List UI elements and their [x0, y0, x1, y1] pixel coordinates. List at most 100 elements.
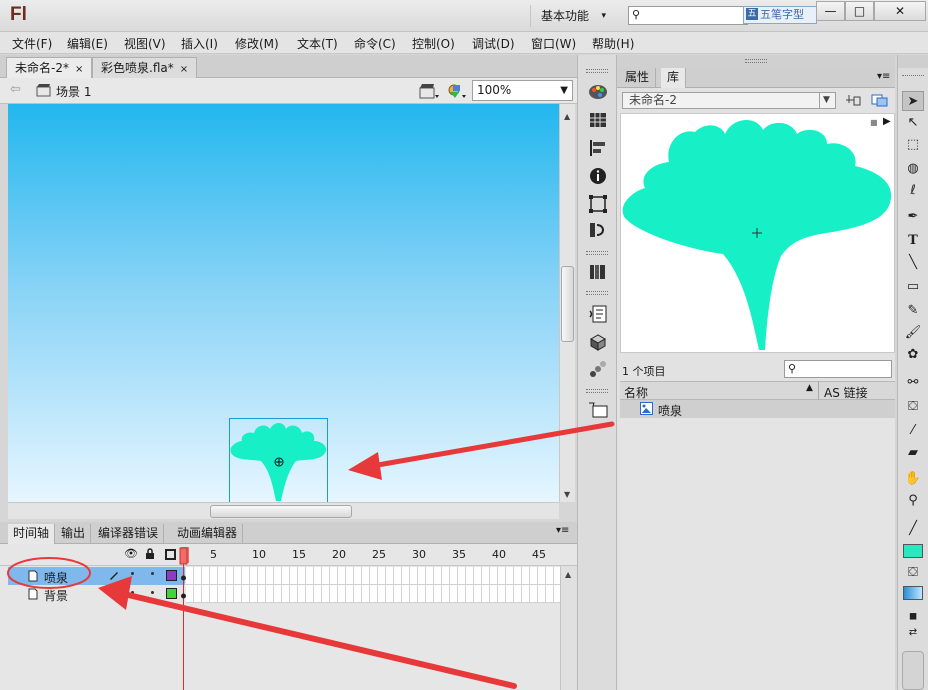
- tab-library[interactable]: 库: [661, 68, 687, 88]
- menu-window[interactable]: 窗口(W): [531, 35, 576, 52]
- fill-color-swatch[interactable]: [903, 586, 923, 600]
- bone-tool-icon[interactable]: ⚯: [902, 373, 924, 393]
- stage-vertical-scrollbar[interactable]: ▲ ▼: [559, 104, 575, 502]
- tab-compiler-errors[interactable]: 编译器错误: [93, 524, 165, 544]
- menu-commands[interactable]: 命令(C): [354, 35, 396, 52]
- panel-menu-icon[interactable]: ▾≡: [877, 71, 890, 82]
- free-transform-tool-icon[interactable]: ⬚: [902, 135, 924, 155]
- back-arrow-icon[interactable]: ⇦: [10, 82, 21, 97]
- zoom-tool-icon[interactable]: ⚲: [902, 491, 924, 511]
- dock-grip[interactable]: [586, 291, 608, 295]
- menu-control[interactable]: 控制(O): [412, 35, 455, 52]
- rectangle-tool-icon[interactable]: ▭: [902, 277, 924, 297]
- menu-modify[interactable]: 修改(M): [235, 35, 279, 52]
- column-as-linkage[interactable]: AS 链接: [824, 384, 868, 401]
- eyedropper-tool-icon[interactable]: ⁄: [902, 421, 924, 441]
- lock-icon[interactable]: [145, 548, 155, 560]
- minimize-button[interactable]: —: [816, 1, 845, 21]
- scene-breadcrumb[interactable]: 场景 1: [56, 83, 91, 100]
- stroke-color-icon[interactable]: ╱: [902, 519, 924, 539]
- ime-status[interactable]: 五 五笔字型: [743, 6, 817, 24]
- pencil-tool-icon[interactable]: ✎: [902, 301, 924, 321]
- motion-presets-icon[interactable]: [587, 359, 609, 381]
- color-panel-icon[interactable]: [587, 81, 609, 103]
- line-tool-icon[interactable]: ╲: [902, 253, 924, 273]
- layer-name[interactable]: 背景: [44, 587, 68, 604]
- dock-grip[interactable]: [586, 389, 608, 393]
- dock-grip[interactable]: [586, 251, 608, 255]
- eraser-tool-icon[interactable]: ▰: [902, 443, 924, 463]
- swap-colors-icon[interactable]: ⇄: [902, 623, 924, 643]
- menu-text[interactable]: 文本(T): [297, 35, 338, 52]
- library-document-select[interactable]: 未命名-2 ▼: [622, 92, 836, 109]
- column-name[interactable]: 名称: [624, 384, 648, 401]
- components-icon[interactable]: [587, 261, 609, 283]
- deco-tool-icon[interactable]: ✿: [902, 345, 924, 365]
- outline-icon[interactable]: [165, 549, 176, 560]
- layer-color-swatch[interactable]: [166, 570, 177, 581]
- scroll-up-icon[interactable]: ▲: [564, 112, 570, 121]
- layer-background[interactable]: 背景: [8, 585, 185, 603]
- close-icon[interactable]: ×: [180, 64, 188, 75]
- stage-canvas[interactable]: [8, 104, 559, 502]
- visibility-dot[interactable]: [131, 591, 134, 594]
- layer-frames-background[interactable]: [186, 585, 560, 603]
- edit-symbols-icon[interactable]: [445, 82, 467, 100]
- play-icon[interactable]: ▶: [883, 116, 891, 127]
- lasso-tool-icon[interactable]: ℓ: [902, 181, 924, 201]
- scroll-up-icon[interactable]: ▲: [565, 570, 571, 579]
- dock-grip[interactable]: [586, 69, 608, 73]
- menu-help[interactable]: 帮助(H): [592, 35, 634, 52]
- library-item[interactable]: 喷泉: [620, 400, 895, 418]
- scroll-thumb[interactable]: [210, 505, 352, 518]
- eye-icon[interactable]: 👁: [124, 547, 138, 560]
- stroke-color-swatch[interactable]: [903, 544, 923, 558]
- scroll-thumb[interactable]: [561, 266, 574, 342]
- panel-menu-icon[interactable]: ▾≡: [556, 525, 569, 536]
- subselection-tool-icon[interactable]: ↖: [902, 113, 924, 133]
- new-library-panel-icon[interactable]: [871, 93, 889, 107]
- sort-up-icon[interactable]: ▲: [806, 383, 813, 393]
- tab-timeline[interactable]: 时间轴: [8, 524, 56, 544]
- menu-debug[interactable]: 调试(D): [472, 35, 515, 52]
- history-icon[interactable]: [587, 219, 609, 241]
- tools-scroll-area[interactable]: [902, 651, 924, 690]
- lock-dot[interactable]: [151, 591, 154, 594]
- tab-output[interactable]: 输出: [56, 524, 92, 544]
- edit-scene-icon[interactable]: [418, 82, 440, 100]
- scroll-down-icon[interactable]: ▼: [564, 490, 570, 499]
- menu-insert[interactable]: 插入(I): [181, 35, 218, 52]
- dock-grip[interactable]: [745, 59, 767, 63]
- zoom-select[interactable]: 100% ▼: [472, 80, 573, 101]
- align-icon[interactable]: [587, 137, 609, 159]
- tab-fountain-fla[interactable]: 彩色喷泉.fla* ×: [92, 57, 198, 78]
- column-divider[interactable]: [818, 381, 819, 400]
- layer-color-swatch[interactable]: [166, 588, 177, 599]
- tab-untitled-2[interactable]: 未命名-2* ×: [6, 57, 93, 78]
- pin-library-icon[interactable]: [845, 93, 861, 107]
- visibility-dot[interactable]: [131, 572, 134, 575]
- tab-motion-editor[interactable]: 动画编辑器: [172, 524, 244, 544]
- menu-view[interactable]: 视图(V): [124, 35, 166, 52]
- selection-tool-icon[interactable]: ➤: [902, 91, 924, 111]
- tools-grip[interactable]: [898, 55, 928, 68]
- playhead[interactable]: [179, 547, 188, 690]
- fill-color-icon[interactable]: ⛋: [902, 563, 924, 583]
- transform-icon[interactable]: [587, 193, 609, 215]
- layer-frames-fountain[interactable]: [186, 567, 560, 585]
- brush-tool-icon[interactable]: 🖌: [902, 323, 924, 343]
- timeline-vertical-scrollbar[interactable]: ▲: [560, 566, 577, 690]
- help-search-input[interactable]: ⚲: [628, 6, 748, 25]
- panel-grip[interactable]: [617, 55, 895, 68]
- lock-dot[interactable]: [151, 572, 154, 575]
- paint-bucket-tool-icon[interactable]: ⛋: [902, 397, 924, 417]
- info-icon[interactable]: [587, 165, 609, 187]
- menu-file[interactable]: 文件(F): [12, 35, 52, 52]
- close-icon[interactable]: ×: [75, 64, 83, 75]
- layer-name[interactable]: 喷泉: [44, 569, 68, 586]
- library-search-input[interactable]: ⚲: [784, 360, 892, 378]
- menu-edit[interactable]: 编辑(E): [67, 35, 108, 52]
- 3d-rotation-tool-icon[interactable]: ◍: [902, 159, 924, 179]
- library-preview[interactable]: ■ ▶: [620, 113, 895, 353]
- selected-fountain-instance[interactable]: [229, 418, 328, 502]
